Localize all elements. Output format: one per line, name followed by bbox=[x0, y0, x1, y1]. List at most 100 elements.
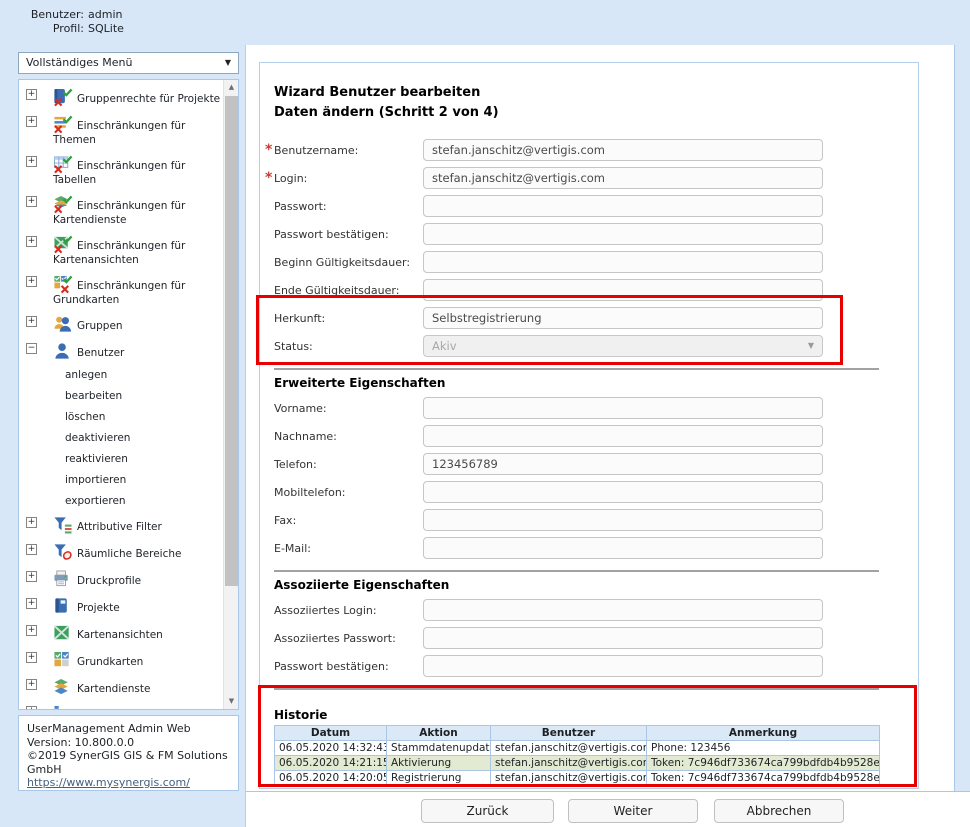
spatial-areas-icon bbox=[53, 543, 73, 562]
projects-icon bbox=[53, 597, 73, 616]
login-input[interactable] bbox=[423, 167, 823, 189]
expand-icon[interactable]: + bbox=[26, 89, 37, 100]
sidebar-item-exportieren[interactable]: exportieren bbox=[19, 491, 223, 512]
sidebar-item-r-umliche-bereiche[interactable]: + Räumliche Bereiche bbox=[19, 539, 223, 566]
field-label: Telefon: bbox=[274, 458, 423, 471]
ende-g-ltigkeitsdauer-input[interactable] bbox=[423, 279, 823, 301]
about-version: Version: 10.800.0.0 bbox=[27, 736, 230, 750]
field-label: *Login: bbox=[274, 172, 423, 185]
form-row-status: Status:Akiv▼ bbox=[274, 332, 918, 360]
sidebar-item-einschr-nkungen-f-r-themen[interactable]: +Einschränkungen für Themen bbox=[19, 111, 223, 151]
fax-input[interactable] bbox=[423, 509, 823, 531]
sidebar-item-einschr-nkungen-f-r-kartendienste[interactable]: +Einschränkungen für Kartendienste bbox=[19, 191, 223, 231]
assoziiertes-login-input[interactable] bbox=[423, 599, 823, 621]
wizard-panel: Wizard Benutzer bearbeiten Daten ändern … bbox=[259, 62, 919, 789]
form-row-passwort-best-tigen: Passwort bestätigen: bbox=[274, 220, 918, 248]
form-row-assoziiertes-passwort: Assoziiertes Passwort: bbox=[274, 624, 918, 652]
expand-icon[interactable]: + bbox=[26, 116, 37, 127]
field-label: Fax: bbox=[274, 514, 423, 527]
sidebar-item-einschr-nkungen-f-r-tabellen[interactable]: +Einschränkungen für Tabellen bbox=[19, 151, 223, 191]
required-star-icon: * bbox=[265, 170, 272, 186]
nachname-input[interactable] bbox=[423, 425, 823, 447]
field-label: Passwort bestätigen: bbox=[274, 228, 423, 241]
expand-icon[interactable]: + bbox=[26, 156, 37, 167]
mapviews-icon bbox=[53, 624, 73, 643]
history-cell: stefan.janschitz@vertigis.com bbox=[491, 771, 647, 786]
sidebar-item-projekte[interactable]: + Projekte bbox=[19, 593, 223, 620]
sidebar-item-bearbeiten[interactable]: bearbeiten bbox=[19, 386, 223, 407]
field-label: Mobiltelefon: bbox=[274, 486, 423, 499]
sidebar-item-label: Kartenansichten bbox=[77, 629, 163, 641]
expand-icon[interactable]: + bbox=[26, 625, 37, 636]
sidebar-item-grundkarten[interactable]: +Grundkarten bbox=[19, 647, 223, 674]
sidebar-item-benutzer[interactable]: −Benutzer bbox=[19, 338, 223, 365]
sidebar-item-gruppenrechte-f-r-projekte[interactable]: +Gruppenrechte für Projekte bbox=[19, 84, 223, 111]
expand-icon[interactable]: + bbox=[26, 544, 37, 555]
expand-icon[interactable]: + bbox=[26, 706, 37, 709]
passwort-input[interactable] bbox=[423, 195, 823, 217]
sidebar-item-themen[interactable]: +Themen bbox=[19, 701, 223, 709]
sidebar-item-druckprofile[interactable]: +Druckprofile bbox=[19, 566, 223, 593]
field-label: Ende Gültigkeitsdauer: bbox=[274, 284, 423, 297]
sidebar-item-label: Projekte bbox=[77, 602, 120, 614]
passwort-best-tigen-input[interactable] bbox=[423, 223, 823, 245]
expand-icon[interactable]: + bbox=[26, 276, 37, 287]
vorname-input[interactable] bbox=[423, 397, 823, 419]
sidebar-item-label: importieren bbox=[65, 474, 126, 486]
history-cell: Token: 7c946df733674ca799bdfdb4b9528e8f bbox=[647, 756, 880, 771]
field-label: Passwort bestätigen: bbox=[274, 660, 423, 673]
sidebar-item-reaktivieren[interactable]: reaktivieren bbox=[19, 449, 223, 470]
field-label: E-Mail: bbox=[274, 542, 423, 555]
next-button[interactable]: Weiter bbox=[568, 799, 698, 823]
field-label: Beginn Gültigkeitsdauer: bbox=[274, 256, 423, 269]
expand-icon[interactable]: + bbox=[26, 517, 37, 528]
expand-icon[interactable]: + bbox=[26, 571, 37, 582]
scroll-up-icon[interactable]: ▲ bbox=[224, 80, 239, 95]
expand-icon[interactable]: + bbox=[26, 652, 37, 663]
e-mail-input[interactable] bbox=[423, 537, 823, 559]
menu-mode-select[interactable]: Vollständiges Menü ▼ bbox=[18, 52, 239, 74]
form-row-passwort: Passwort: bbox=[274, 192, 918, 220]
sidebar-item-label: Räumliche Bereiche bbox=[77, 548, 181, 560]
history-row: 06.05.2020 14:20:05Registrierungstefan.j… bbox=[275, 771, 880, 786]
history-table: DatumAktionBenutzerAnmerkung 06.05.2020 … bbox=[274, 725, 880, 786]
sidebar-item-deaktivieren[interactable]: deaktivieren bbox=[19, 428, 223, 449]
mobiltelefon-input[interactable] bbox=[423, 481, 823, 503]
passwort-best-tigen-input[interactable] bbox=[423, 655, 823, 677]
sidebar-item-label: anlegen bbox=[65, 369, 107, 381]
assoziiertes-passwort-input[interactable] bbox=[423, 627, 823, 649]
expand-icon[interactable]: + bbox=[26, 316, 37, 327]
sidebar-item-importieren[interactable]: importieren bbox=[19, 470, 223, 491]
sidebar-item-attributive-filter[interactable]: +Attributive Filter bbox=[19, 512, 223, 539]
about-link[interactable]: https://www.mysynergis.com/ bbox=[27, 776, 190, 789]
back-button[interactable]: Zurück bbox=[421, 799, 554, 823]
sidebar-item-l-schen[interactable]: löschen bbox=[19, 407, 223, 428]
expand-icon[interactable]: + bbox=[26, 236, 37, 247]
beginn-g-ltigkeitsdauer-input[interactable] bbox=[423, 251, 823, 273]
scrollbar-thumb[interactable] bbox=[225, 96, 238, 586]
expand-icon[interactable]: + bbox=[26, 679, 37, 690]
telefon-input[interactable] bbox=[423, 453, 823, 475]
scroll-down-icon[interactable]: ▼ bbox=[224, 694, 239, 709]
tree-scrollbar[interactable]: ▲ ▼ bbox=[223, 80, 238, 709]
sidebar-item-label: deaktivieren bbox=[65, 432, 130, 444]
form-row-passwort-best-tigen: Passwort bestätigen: bbox=[274, 652, 918, 680]
benutzername-input[interactable] bbox=[423, 139, 823, 161]
wizard-nav-bar: Zurück Weiter Abbrechen bbox=[246, 791, 970, 827]
expand-icon[interactable]: + bbox=[26, 598, 37, 609]
sidebar-item-einschr-nkungen-f-r-grundkarten[interactable]: +Einschränkungen für Grundkarten bbox=[19, 271, 223, 311]
history-cell: Phone: 123456 bbox=[647, 741, 880, 756]
expand-icon[interactable]: + bbox=[26, 196, 37, 207]
herkunft-input[interactable] bbox=[423, 307, 823, 329]
form-row-e-mail: E-Mail: bbox=[274, 534, 918, 562]
cancel-button[interactable]: Abbrechen bbox=[714, 799, 844, 823]
sidebar-item-anlegen[interactable]: anlegen bbox=[19, 365, 223, 386]
sidebar-item-kartenansichten[interactable]: + Kartenansichten bbox=[19, 620, 223, 647]
status-select[interactable]: Akiv▼ bbox=[423, 335, 823, 357]
sidebar-item-einschr-nkungen-f-r-kartenansichten[interactable]: +Einschränkungen für Kartenansichten bbox=[19, 231, 223, 271]
collapse-icon[interactable]: − bbox=[26, 343, 37, 354]
sidebar-item-kartendienste[interactable]: +Kartendienste bbox=[19, 674, 223, 701]
sidebar-item-gruppen[interactable]: +Gruppen bbox=[19, 311, 223, 338]
history-col-benutzer: Benutzer bbox=[491, 726, 647, 741]
themes-restrict-icon bbox=[53, 115, 73, 134]
